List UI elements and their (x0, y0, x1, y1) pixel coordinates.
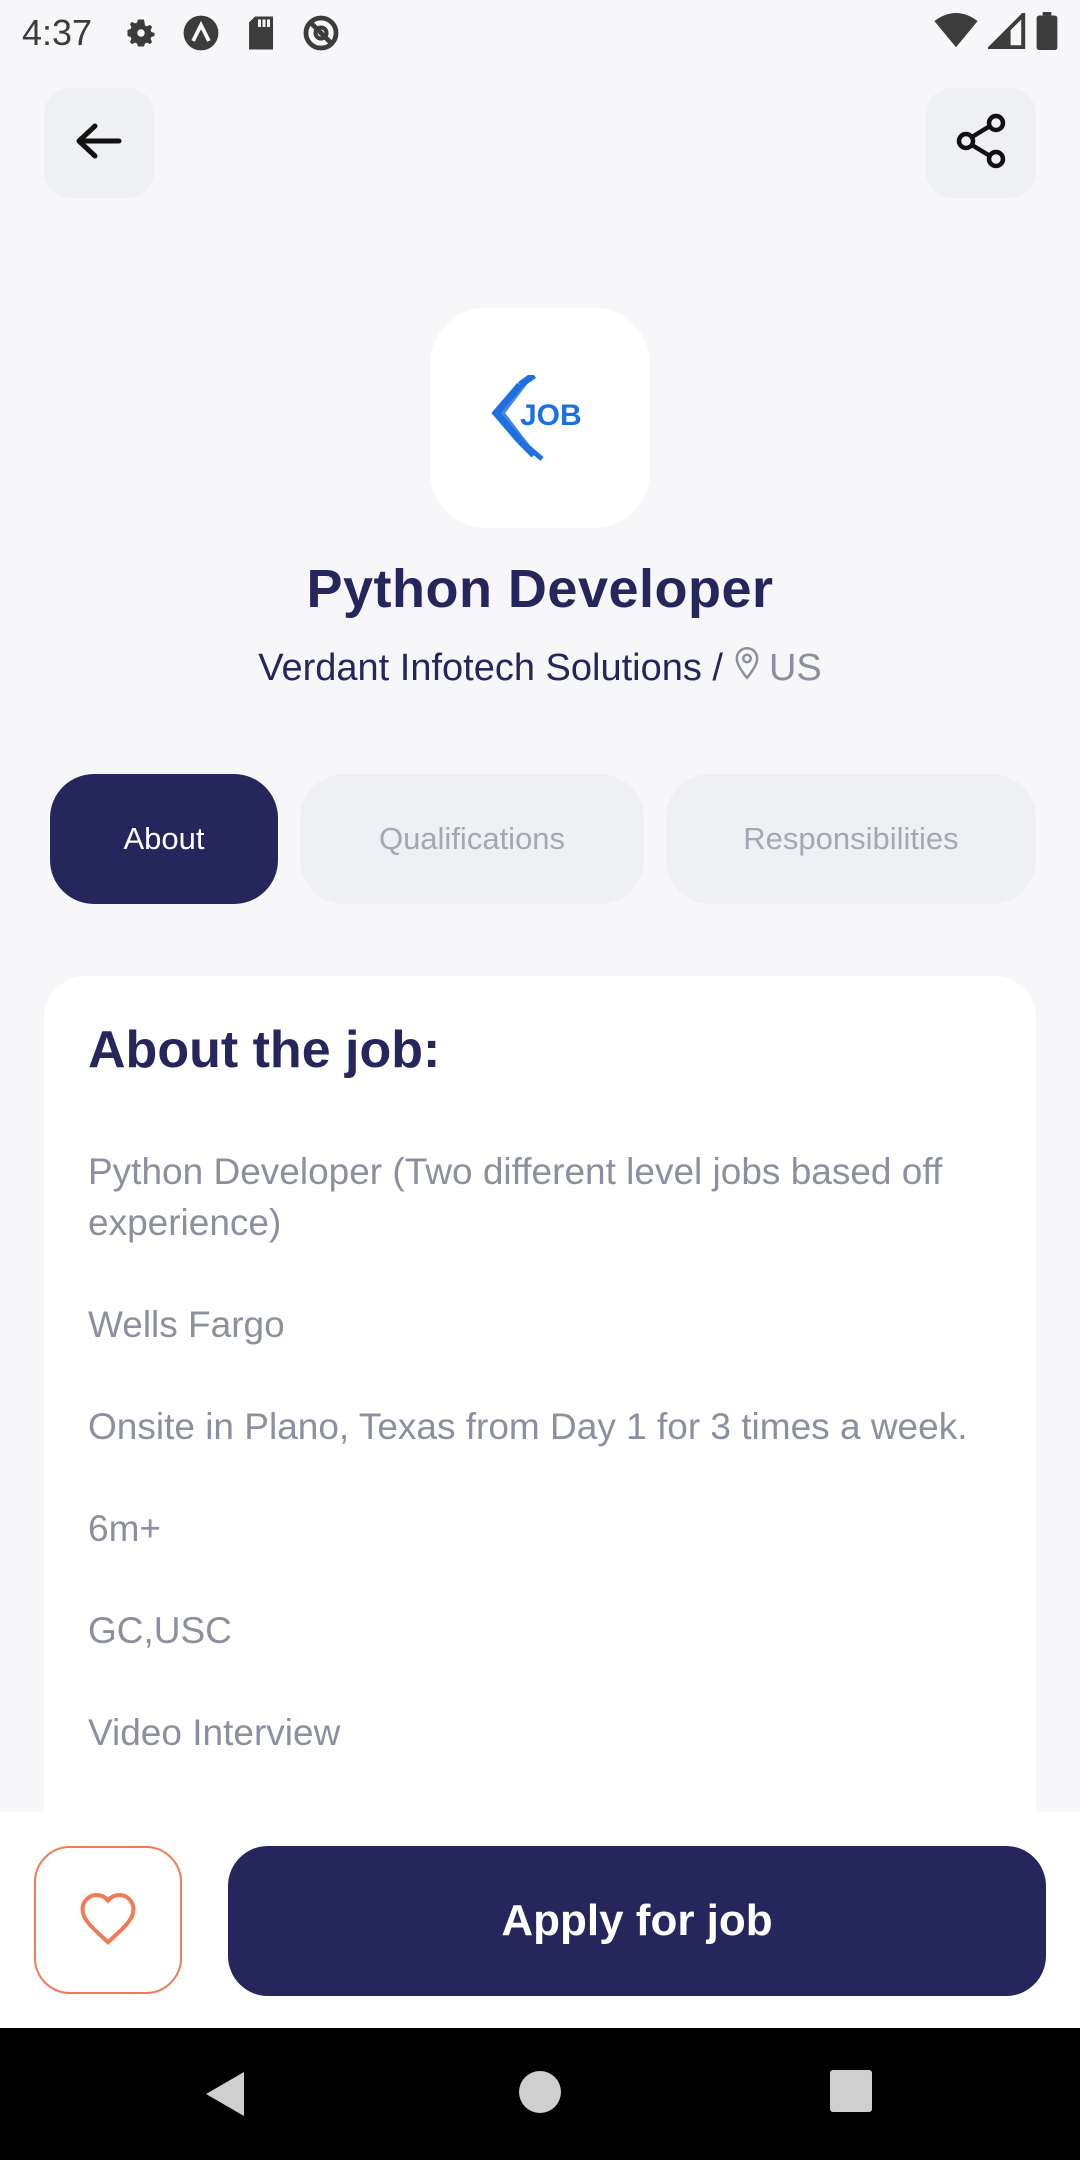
about-paragraph: Wells Fargo (88, 1304, 285, 1345)
sd-card-icon (242, 14, 280, 52)
logo-text: JOB (520, 399, 582, 432)
share-button[interactable] (926, 88, 1036, 198)
tab-qualifications[interactable]: Qualifications (300, 774, 644, 904)
settings-gear-icon (122, 14, 160, 52)
company-name: Verdant Infotech Solutions / (258, 646, 723, 689)
favorite-button[interactable] (34, 1846, 182, 1994)
apply-button[interactable]: Apply for job (228, 1846, 1046, 1996)
location: US (733, 646, 822, 690)
about-paragraph: 6m+ (88, 1508, 162, 1549)
share-icon (953, 111, 1009, 176)
back-button[interactable] (44, 88, 154, 198)
location-text: US (768, 646, 822, 689)
wifi-icon (934, 12, 978, 54)
at-sign-icon (302, 14, 340, 52)
a-logo-icon (182, 14, 220, 52)
bottom-action-bar: Apply for job (0, 1812, 1080, 2028)
arrow-left-icon (73, 121, 125, 166)
about-heading: About the job: (88, 1021, 441, 1079)
about-body: Python Developer (Two different level jo… (88, 1146, 988, 1809)
company-line: Verdant Infotech Solutions / US (0, 646, 1080, 690)
tab-about[interactable]: About (50, 774, 278, 904)
company-logo: JOB (430, 308, 650, 528)
about-card: About the job: Python Developer (Two dif… (44, 976, 1036, 1836)
nav-home-icon[interactable] (518, 2070, 562, 2119)
tab-responsibilities[interactable]: Responsibilities (666, 774, 1036, 904)
status-time: 4:37 (22, 12, 93, 53)
job-logo-icon: JOB (491, 375, 582, 461)
tab-bar: About Qualifications Responsibilities (0, 774, 1080, 904)
nav-back-icon[interactable] (204, 2070, 246, 2123)
job-title: Python Developer (306, 559, 774, 619)
status-left: 4:37 (22, 12, 340, 54)
about-paragraph: Video Interview (88, 1712, 341, 1753)
nav-recents-icon[interactable] (830, 2070, 872, 2117)
about-paragraph: Python Developer (Two different level jo… (88, 1151, 943, 1243)
status-right (934, 9, 1058, 55)
about-paragraph: GC,USC (88, 1610, 232, 1651)
battery-icon (1036, 11, 1058, 55)
system-nav-bar (0, 2028, 1080, 2160)
heart-icon (77, 1890, 139, 1951)
cell-signal-icon (986, 9, 1026, 54)
status-bar: 4:37 (0, 0, 1080, 66)
about-paragraph: Onsite in Plano, Texas from Day 1 for 3 … (88, 1406, 968, 1447)
location-pin-icon (733, 646, 761, 690)
